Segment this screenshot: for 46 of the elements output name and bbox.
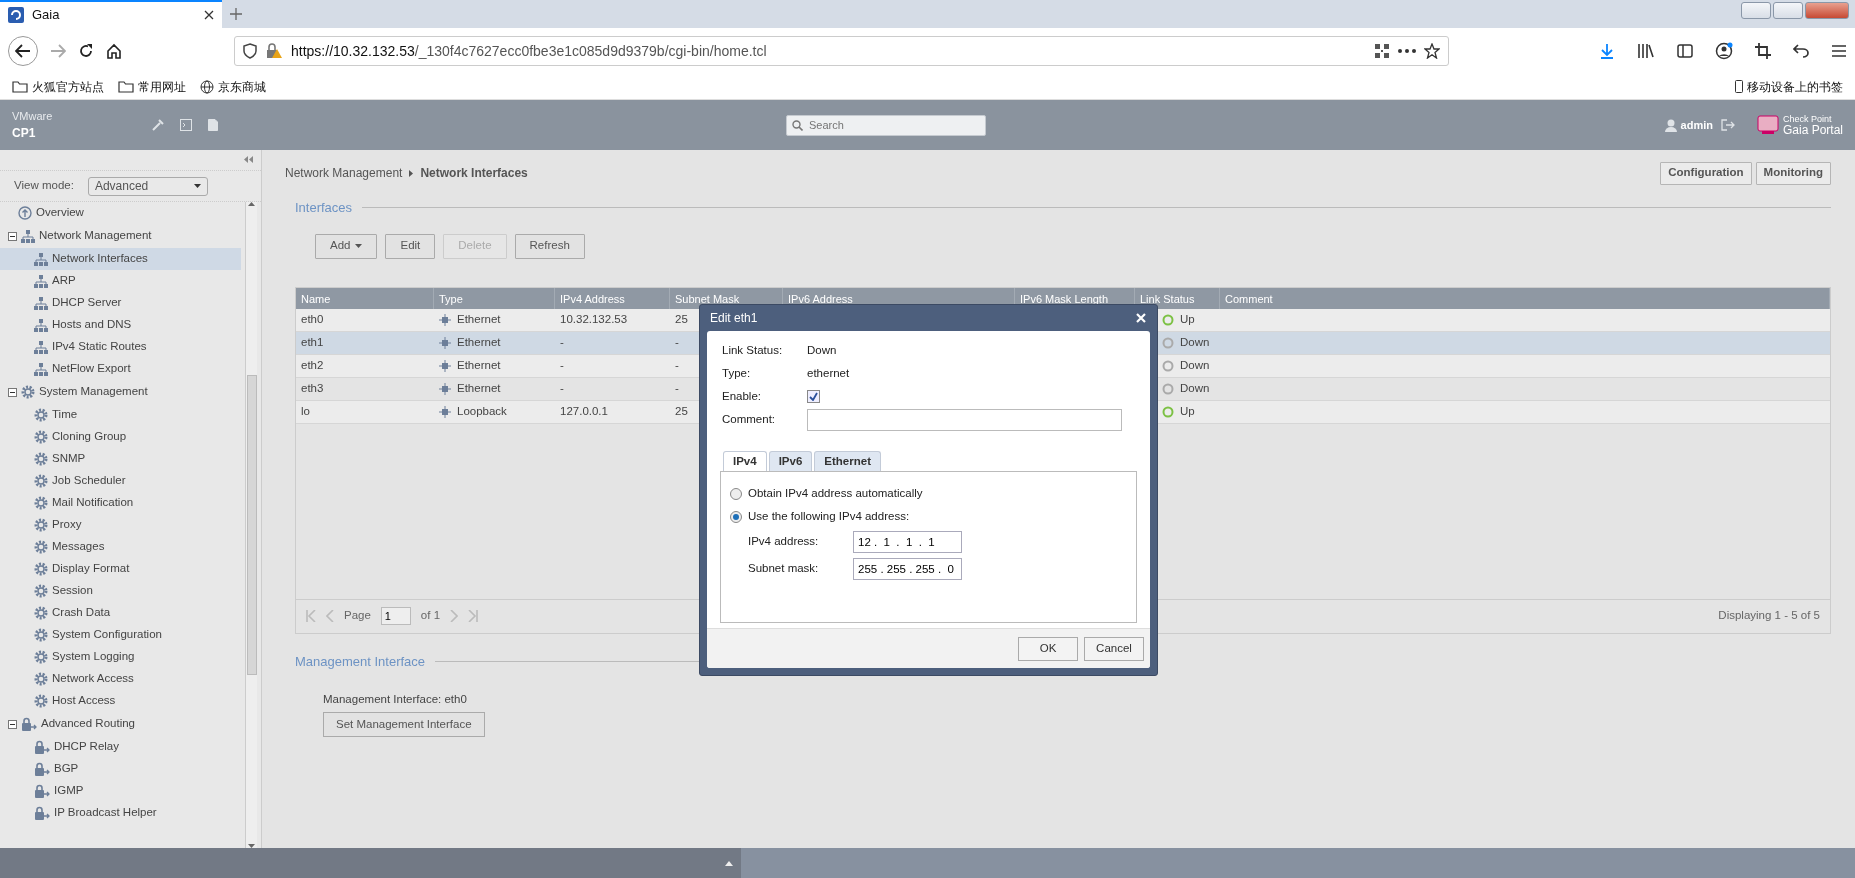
option-label: Use the following IPv4 address: xyxy=(748,508,910,524)
table-cell: Ethernet xyxy=(434,310,506,329)
vendor-label: VMware xyxy=(12,108,54,124)
pager-label: Page xyxy=(344,608,371,624)
table-cell-text: eth2 xyxy=(300,357,325,373)
table-cell-text: 127.0.0.1 xyxy=(559,403,609,419)
table-cell-text: - xyxy=(559,357,565,373)
field-label: Enable: xyxy=(722,388,762,404)
field-value: Down xyxy=(807,342,837,358)
section-title: Interfaces xyxy=(295,199,353,217)
table-cell-text: eth1 xyxy=(300,334,325,350)
field-label: Comment: xyxy=(722,411,777,427)
option-label: Obtain IPv4 address automatically xyxy=(748,485,923,501)
table-cell: Ethernet xyxy=(434,333,506,352)
table-cell: Ethernet xyxy=(434,356,506,375)
field-value: ethernet xyxy=(807,365,850,381)
table-cell-text: lo xyxy=(300,403,311,419)
field-label: IPv4 address: xyxy=(748,533,820,549)
table-cell-text: - xyxy=(559,334,565,350)
table-cell-text: 25 xyxy=(674,311,689,327)
field-label: Link Status: xyxy=(722,342,784,358)
table-cell: Loopback xyxy=(434,402,512,421)
table-cell-text: - xyxy=(674,357,680,373)
dialog-title: Edit eth1 xyxy=(710,310,758,327)
username-label: admin xyxy=(1680,117,1713,133)
hostname-label: CP1 xyxy=(12,125,37,143)
table-cell-text: 10.32.132.53 xyxy=(559,311,629,327)
breadcrumb-current: Network Interfaces xyxy=(420,165,528,182)
table-cell: Ethernet xyxy=(434,379,506,398)
field-label: Subnet mask: xyxy=(748,560,820,576)
management-interface-text: Management Interface: eth0 xyxy=(323,692,468,707)
table-cell-text: - xyxy=(674,380,680,396)
pager-label: of 1 xyxy=(420,608,441,624)
table-cell-text: 25 xyxy=(674,403,689,419)
view-mode-label: View mode: xyxy=(14,178,74,194)
table-cell-text: - xyxy=(559,380,565,396)
table-cell-text: eth0 xyxy=(300,311,325,327)
section-title: Management Interface xyxy=(295,652,426,671)
pager-summary: Displaying 1 - 5 of 5 xyxy=(1718,608,1820,624)
table-cell-text: - xyxy=(674,334,680,350)
logo-text: Gaia Portal xyxy=(1782,123,1843,137)
url-text: https://10.32.132.53/_130f4c7627ecc0fbe3e1c085d9d9379b/cgi-bin/home.tcl xyxy=(291,41,767,61)
table-cell-text: eth3 xyxy=(300,380,325,396)
tab-title: Gaia xyxy=(32,6,60,25)
logo-text: Check Point xyxy=(1782,113,1833,124)
field-label: Type: xyxy=(722,365,752,381)
